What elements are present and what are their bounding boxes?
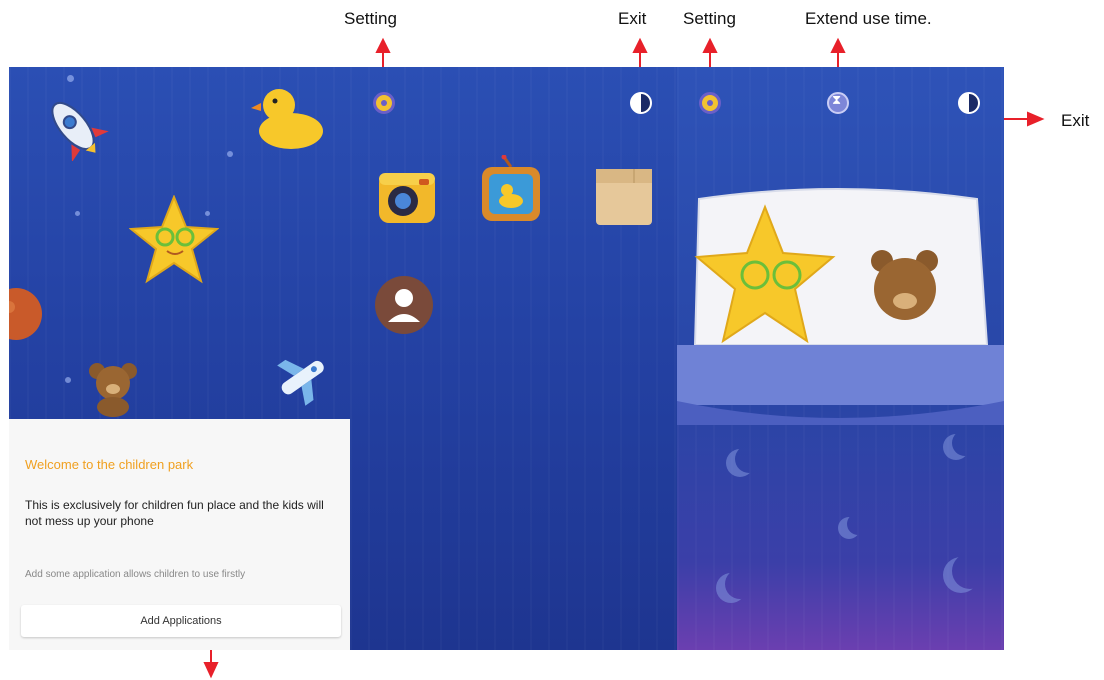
arrow-head-exit-right — [1027, 111, 1045, 127]
arrow-head-extend-time — [830, 37, 846, 53]
moon-icon — [735, 445, 763, 473]
planet-icon — [9, 288, 42, 340]
teddy-bear-icon — [89, 363, 137, 417]
rubber-duck-icon — [251, 89, 323, 149]
welcome-screen: Welcome to the children park This is exc… — [9, 67, 350, 650]
hourglass-icon[interactable] — [827, 92, 849, 114]
moon-icon — [952, 553, 988, 589]
exit-icon[interactable] — [958, 92, 980, 114]
moon-icon — [847, 513, 869, 535]
welcome-title: Welcome to the children park — [25, 457, 194, 472]
arrow-head-exit-middle — [632, 37, 648, 53]
arrow-head-add-applications — [203, 662, 219, 679]
camera-app-icon[interactable] — [375, 165, 437, 225]
star-dot — [227, 151, 233, 157]
airplane-icon — [277, 359, 324, 406]
exit-icon[interactable] — [630, 92, 652, 114]
welcome-hint: Add some application allows children to … — [25, 569, 246, 580]
settings-gear-icon[interactable] — [373, 92, 395, 114]
moon-icon — [952, 430, 978, 456]
rocket-icon — [51, 101, 109, 161]
contacts-app-icon[interactable] — [373, 274, 435, 336]
star-dot — [65, 377, 71, 383]
welcome-description: This is exclusively for children fun pla… — [25, 498, 324, 528]
star-dot — [75, 211, 80, 216]
tv-app-icon[interactable] — [480, 155, 542, 225]
apps-screen — [350, 67, 677, 650]
moon-icon — [725, 569, 755, 599]
welcome-card: Welcome to the children park This is exc… — [9, 419, 350, 650]
folder-app-icon[interactable] — [594, 165, 654, 227]
arrow-head-setting-right — [702, 37, 718, 53]
settings-gear-icon[interactable] — [699, 92, 721, 114]
sleeping-characters-illustration — [677, 188, 1004, 425]
add-applications-button[interactable]: Add Applications — [21, 605, 341, 637]
star-character-icon — [129, 195, 219, 284]
sleep-screen — [677, 67, 1004, 650]
star-dot — [67, 75, 74, 82]
arrow-head-setting-left — [375, 37, 391, 53]
